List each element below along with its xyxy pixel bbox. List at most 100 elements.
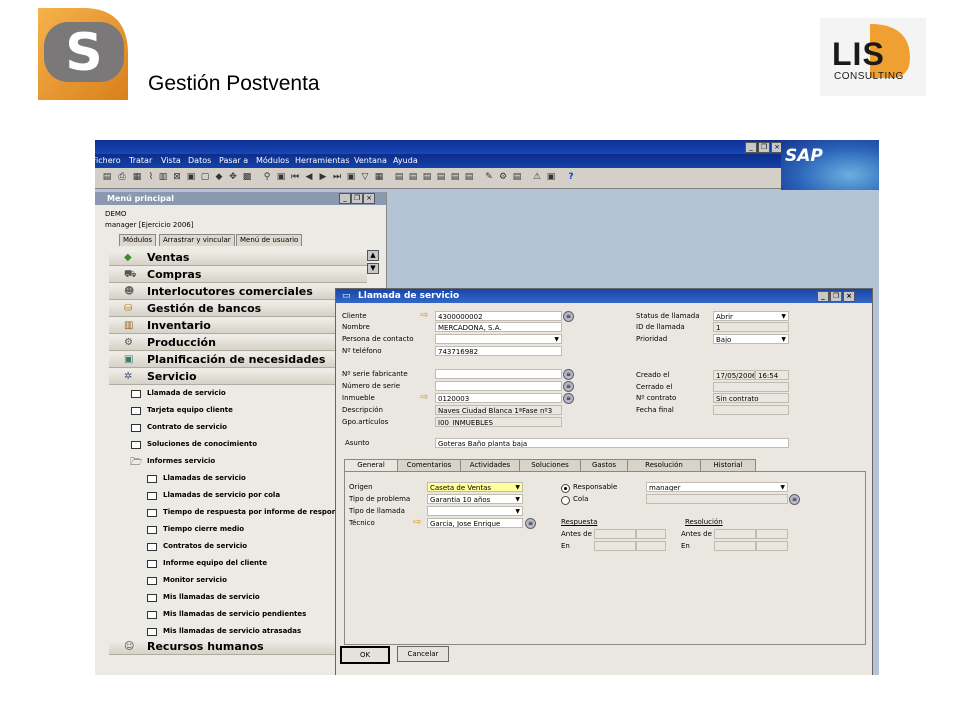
tipo-problema-select[interactable]: Garantia 10 años ▼	[427, 494, 523, 504]
restore-icon[interactable]: ❐	[830, 291, 842, 302]
restore-icon[interactable]: ❐	[758, 142, 770, 153]
edit-icon[interactable]: ✎	[483, 171, 495, 183]
attach-icon[interactable]: ⌇	[145, 171, 157, 183]
first-record-icon[interactable]: ⏮	[289, 171, 301, 183]
menu-fichero[interactable]: Fichero	[95, 156, 121, 165]
report-item[interactable]: Llamadas de servicio	[163, 474, 246, 482]
pdf-icon[interactable]: ▢	[199, 171, 211, 183]
menu-scrollbar[interactable]: ▲ ▼	[367, 250, 379, 276]
report-item[interactable]: Llamadas de servicio por cola	[163, 491, 280, 499]
new-document-icon[interactable]: ▤	[101, 171, 113, 183]
menu-tarjeta-equipo[interactable]: Tarjeta equipo cliente	[147, 406, 233, 414]
next-record-icon[interactable]: ▶	[317, 171, 329, 183]
report-item[interactable]: Mis llamadas de servicio	[163, 593, 260, 601]
menu-vista[interactable]: Vista	[161, 156, 181, 165]
report-item[interactable]: Informe equipo del cliente	[163, 559, 267, 567]
report-item[interactable]: Contratos de servicio	[163, 542, 247, 550]
last-record-icon[interactable]: ⏭	[331, 171, 343, 183]
serie-fabricante-field[interactable]	[435, 369, 562, 379]
excel-icon[interactable]: ⊠	[171, 171, 183, 183]
menu-informes-servicio[interactable]: Informes servicio	[147, 457, 215, 465]
gross-profit-icon[interactable]: ▤	[435, 171, 447, 183]
tab-arrastrar[interactable]: Arrastrar y vincular	[159, 234, 235, 246]
warning-icon[interactable]: ⚠	[531, 171, 543, 183]
menu-modulos[interactable]: Módulos	[256, 156, 289, 165]
module-ventas[interactable]: ◆ Ventas	[109, 250, 367, 266]
layout-icon[interactable]: ▤	[463, 171, 475, 183]
lock-icon[interactable]: ◆	[213, 171, 225, 183]
link-arrow-icon[interactable]: ⇨	[420, 311, 430, 321]
menu-soluciones[interactable]: Soluciones de conocimiento	[147, 440, 257, 448]
responsable-radio[interactable]	[561, 484, 570, 493]
word-icon[interactable]: ▣	[185, 171, 197, 183]
report-item[interactable]: Monitor servicio	[163, 576, 227, 584]
menu-pasar-a[interactable]: Pasar a	[219, 156, 248, 165]
minimize-icon[interactable]: _	[817, 291, 829, 302]
help-icon[interactable]: ?	[565, 171, 577, 183]
find-icon[interactable]: ⚲	[261, 171, 273, 183]
journal-icon[interactable]: ▤	[421, 171, 433, 183]
nombre-field[interactable]: MERCADONA, S.A.	[435, 322, 562, 332]
properties-icon[interactable]: ▤	[511, 171, 523, 183]
restore-icon[interactable]: ❐	[351, 193, 363, 204]
menu-ayuda[interactable]: Ayuda	[393, 156, 418, 165]
module-interlocutores[interactable]: ☻ Interlocutores comerciales	[109, 284, 367, 300]
close-icon[interactable]: ×	[363, 193, 375, 204]
add-icon[interactable]: ▣	[275, 171, 287, 183]
target-document-icon[interactable]: ▤	[407, 171, 419, 183]
preview-icon[interactable]: ▦	[131, 171, 143, 183]
funnel-icon[interactable]: ▽	[359, 171, 371, 183]
minimize-icon[interactable]: _	[339, 193, 351, 204]
filter-icon[interactable]: ▩	[241, 171, 253, 183]
choose-from-list-icon[interactable]: ≡	[789, 494, 800, 505]
base-document-icon[interactable]: ▤	[393, 171, 405, 183]
previous-record-icon[interactable]: ◀	[303, 171, 315, 183]
menu-llamada-servicio[interactable]: Llamada de servicio	[147, 389, 226, 397]
refresh-icon[interactable]: ▣	[345, 171, 357, 183]
tab-soluciones[interactable]: Soluciones	[519, 459, 581, 471]
module-recursos-humanos[interactable]: ☺ Recursos humanos	[109, 639, 367, 655]
spreadsheet-icon[interactable]: ▥	[157, 171, 169, 183]
minimize-icon[interactable]: _	[745, 142, 757, 153]
module-bancos[interactable]: ⛁ Gestión de bancos	[109, 301, 367, 317]
tab-modulos[interactable]: Módulos	[119, 234, 157, 246]
tab-historial[interactable]: Historial	[700, 459, 756, 471]
module-compras[interactable]: ⛟ Compras	[109, 267, 367, 283]
choose-from-list-icon[interactable]: ≡	[563, 393, 574, 404]
choose-from-list-icon[interactable]: ≡	[563, 381, 574, 392]
origen-select[interactable]: Caseta de Ventas ▼	[427, 482, 523, 492]
ok-button[interactable]: OK	[340, 646, 390, 664]
report-item[interactable]: Tiempo de respuesta por informe de respo…	[163, 508, 341, 516]
status-select[interactable]: Abrir ▼	[713, 311, 789, 321]
choose-from-list-icon[interactable]: ≡	[563, 311, 574, 322]
tipo-llamada-select[interactable]: ▼	[427, 506, 523, 516]
report-item[interactable]: Mis llamadas de servicio atrasadas	[163, 627, 301, 635]
tab-actividades[interactable]: Actividades	[460, 459, 520, 471]
inmueble-field[interactable]: 0120003	[435, 393, 562, 403]
prioridad-select[interactable]: Bajo ▼	[713, 334, 789, 344]
persona-contacto-select[interactable]: ▼	[435, 334, 562, 344]
menu-herramientas[interactable]: Herramientas	[295, 156, 350, 165]
module-planificacion[interactable]: ▣ Planificación de necesidades	[109, 352, 367, 368]
print-icon[interactable]: ⎙	[116, 171, 128, 183]
messages-icon[interactable]: ▣	[545, 171, 557, 183]
choose-from-list-icon[interactable]: ≡	[525, 518, 536, 529]
payment-icon[interactable]: ▤	[449, 171, 461, 183]
link-arrow-icon[interactable]: ⇨	[420, 393, 430, 403]
tab-menu-usuario[interactable]: Menú de usuario	[236, 234, 303, 246]
cliente-field[interactable]: 4300000002	[435, 311, 562, 321]
menu-contrato-servicio[interactable]: Contrato de servicio	[147, 423, 227, 431]
choose-from-list-icon[interactable]: ≡	[563, 369, 574, 380]
module-inventario[interactable]: ▥ Inventario	[109, 318, 367, 334]
form-settings-icon[interactable]: ⚙	[497, 171, 509, 183]
close-icon[interactable]: ×	[843, 291, 855, 302]
cancel-button[interactable]: Cancelar	[397, 646, 449, 662]
tab-gastos[interactable]: Gastos	[580, 459, 628, 471]
module-servicio[interactable]: ✲ Servicio	[109, 369, 367, 385]
menu-datos[interactable]: Datos	[188, 156, 211, 165]
tab-comentarios[interactable]: Comentarios	[397, 459, 461, 471]
numero-serie-field[interactable]	[435, 381, 562, 391]
sort-icon[interactable]: ▦	[373, 171, 385, 183]
report-item[interactable]: Tiempo cierre medio	[163, 525, 244, 533]
scroll-up-icon[interactable]: ▲	[367, 250, 379, 261]
